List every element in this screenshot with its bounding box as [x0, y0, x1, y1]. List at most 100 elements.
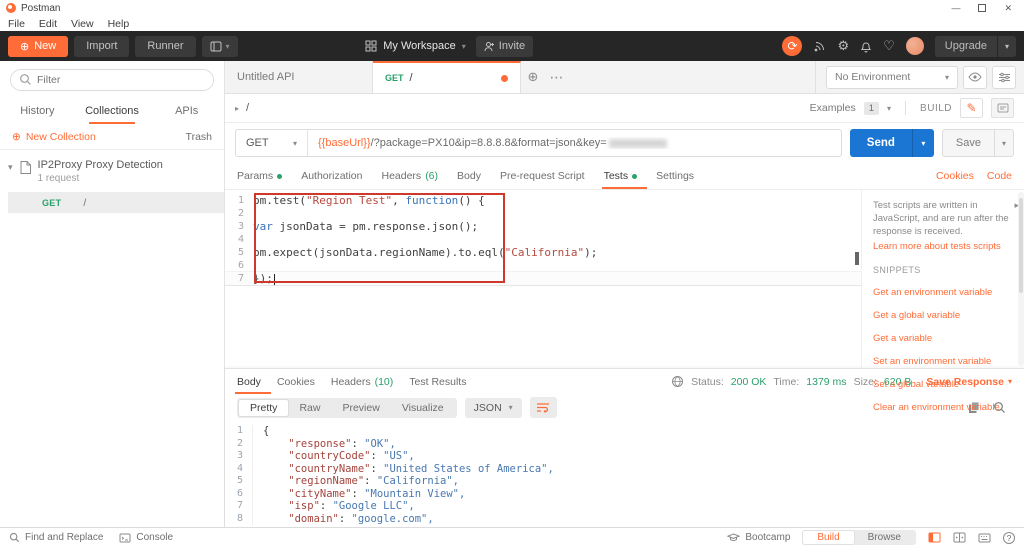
- code-line[interactable]: 6: [225, 259, 861, 272]
- menu-view[interactable]: View: [71, 18, 94, 30]
- code-line[interactable]: 6 "cityName": "Mountain View",: [225, 487, 1024, 500]
- collection-item[interactable]: ▾ IP2Proxy Proxy Detection 1 request: [0, 150, 224, 190]
- panel-scrollbar[interactable]: [1018, 192, 1024, 366]
- code-line[interactable]: 4: [225, 233, 861, 246]
- code-line[interactable]: 8 "domain": "google.com",: [225, 512, 1024, 525]
- response-tab-body[interactable]: Body: [235, 369, 271, 394]
- edit-pencil-button[interactable]: ✎: [960, 98, 983, 118]
- code-line[interactable]: 1 pm.test("Region Test", function() {: [225, 194, 861, 207]
- new-button[interactable]: ⊕ New: [8, 35, 69, 57]
- breadcrumb[interactable]: ▸ /: [235, 102, 249, 114]
- code-line[interactable]: 5 "regionName": "California",: [225, 475, 1024, 488]
- toggle-sidebar-icon[interactable]: [928, 532, 941, 543]
- sidebar-request-item[interactable]: GET /: [8, 192, 224, 213]
- tab-pre-request-script[interactable]: Pre-request Script: [500, 163, 585, 189]
- tab-authorization[interactable]: Authorization: [301, 163, 362, 189]
- response-format-selector[interactable]: JSON ▾: [464, 397, 522, 418]
- learn-more-link[interactable]: Learn more about tests scripts: [873, 241, 1010, 252]
- view-visualize-button[interactable]: Visualize: [391, 400, 455, 416]
- send-button[interactable]: Send ▾: [849, 129, 934, 157]
- request-url-text[interactable]: {{baseUrl}} /?package=PX10&ip=8.8.8.8&fo…: [308, 137, 677, 149]
- snippet-get-global-variable[interactable]: Get a global variable: [873, 310, 1010, 321]
- wrap-text-button[interactable]: [529, 397, 557, 418]
- environment-quick-look-button[interactable]: [963, 65, 987, 89]
- tab-tests[interactable]: Tests: [601, 163, 647, 189]
- menu-file[interactable]: File: [8, 18, 25, 30]
- console-button[interactable]: Console: [119, 532, 173, 543]
- code-line[interactable]: 2 "response": "OK",: [225, 437, 1024, 450]
- code-link[interactable]: Code: [987, 170, 1012, 182]
- heart-icon[interactable]: ♡: [883, 38, 895, 54]
- save-button[interactable]: Save ▾: [941, 129, 1014, 157]
- code-line[interactable]: 3 var jsonData = pm.response.json();: [225, 220, 861, 233]
- scrollbar-handle[interactable]: [855, 252, 859, 265]
- sidebar-tab-apis[interactable]: APIs: [149, 97, 224, 124]
- code-line[interactable]: 7 "isp": "Google LLC",: [225, 500, 1024, 513]
- settings-gear-icon[interactable]: ⚙: [837, 38, 849, 54]
- snippet-get-variable[interactable]: Get a variable: [873, 333, 1010, 344]
- maximize-button[interactable]: [978, 4, 987, 12]
- environment-selector[interactable]: No Environment ▾: [826, 65, 958, 89]
- bootcamp-button[interactable]: Bootcamp: [727, 532, 790, 543]
- keyboard-shortcuts-icon[interactable]: [978, 533, 991, 543]
- chevron-down-icon[interactable]: ▾: [911, 129, 934, 157]
- response-tab-test-results[interactable]: Test Results: [409, 369, 466, 394]
- tab-untitled-api[interactable]: Untitled API: [225, 61, 373, 93]
- scrollbar-handle[interactable]: [1019, 198, 1023, 293]
- snippet-clear-environment-variable[interactable]: Clear an environment variable: [873, 402, 1010, 413]
- runner-button[interactable]: Runner: [135, 35, 196, 57]
- sidebar-tab-collections[interactable]: Collections: [75, 97, 150, 124]
- code-line[interactable]: 1{: [225, 425, 1024, 438]
- code-line[interactable]: 4 "countryName": "United States of Ameri…: [225, 462, 1024, 475]
- code-line[interactable]: 3 "countryCode": "US",: [225, 450, 1024, 463]
- notifications-bell-icon[interactable]: [860, 40, 872, 53]
- view-preview-button[interactable]: Preview: [331, 400, 390, 416]
- trash-button[interactable]: Trash: [186, 131, 212, 143]
- examples-dropdown[interactable]: Examples: [810, 102, 856, 114]
- capture-requests-icon[interactable]: [813, 40, 826, 53]
- documentation-panel-button[interactable]: [991, 98, 1014, 118]
- response-body-viewer[interactable]: 1{2 "response": "OK", 3 "countryCode": "U…: [225, 421, 1024, 527]
- new-collection-button[interactable]: ⊕ New Collection: [12, 131, 96, 143]
- open-new-window-button[interactable]: ▾: [201, 35, 238, 57]
- browse-toggle-button[interactable]: Browse: [854, 531, 915, 544]
- upgrade-button[interactable]: Upgrade ▾: [934, 35, 1016, 57]
- tab-settings[interactable]: Settings: [656, 163, 694, 189]
- sidebar-tab-history[interactable]: History: [0, 97, 75, 124]
- url-input[interactable]: GET ▾ {{baseUrl}} /?package=PX10&ip=8.8.…: [235, 129, 842, 157]
- help-button[interactable]: ?: [1003, 531, 1015, 544]
- two-pane-view-icon[interactable]: [953, 532, 966, 543]
- environment-settings-button[interactable]: [992, 65, 1016, 89]
- view-pretty-button[interactable]: Pretty: [239, 399, 289, 416]
- build-toggle-button[interactable]: Build: [803, 531, 854, 544]
- chevron-down-icon[interactable]: ▾: [994, 129, 1014, 157]
- code-line[interactable]: 7});: [225, 272, 861, 285]
- snippet-set-environment-variable[interactable]: Set an environment variable: [873, 356, 1010, 367]
- menu-edit[interactable]: Edit: [39, 18, 57, 30]
- snippet-set-global-variable[interactable]: Set a global variable: [873, 379, 1010, 390]
- tab-get-request[interactable]: GET /: [373, 61, 521, 93]
- import-button[interactable]: Import: [74, 35, 130, 57]
- filter-input[interactable]: [10, 69, 214, 91]
- view-raw-button[interactable]: Raw: [288, 400, 331, 416]
- menu-help[interactable]: Help: [108, 18, 130, 30]
- invite-button[interactable]: Invite: [475, 35, 534, 57]
- open-new-tab-button[interactable]: ⊕: [521, 61, 545, 93]
- response-tab-headers[interactable]: Headers (10): [331, 369, 393, 394]
- close-button[interactable]: ✕: [1004, 3, 1012, 14]
- tab-headers[interactable]: Headers (6): [381, 163, 438, 189]
- snippet-get-environment-variable[interactable]: Get an environment variable: [873, 287, 1010, 298]
- response-tab-cookies[interactable]: Cookies: [277, 369, 315, 394]
- workspace-switcher[interactable]: My Workspace ▾: [365, 40, 466, 52]
- tab-params[interactable]: Params: [237, 163, 283, 189]
- method-selector[interactable]: GET ▾: [236, 130, 308, 156]
- chevron-expand-icon[interactable]: ▾: [8, 162, 13, 173]
- tab-options-button[interactable]: ⋯: [545, 61, 569, 93]
- tab-body[interactable]: Body: [457, 163, 481, 189]
- code-line[interactable]: 5 pm.expect(jsonData.regionName).to.eql("…: [225, 246, 861, 259]
- minimize-button[interactable]: —: [951, 3, 960, 13]
- user-avatar[interactable]: [905, 37, 924, 55]
- code-line[interactable]: 2: [225, 207, 861, 220]
- cookies-link[interactable]: Cookies: [936, 170, 974, 182]
- tests-script-editor[interactable]: 1 pm.test("Region Test", function() {2 3 va…: [225, 190, 861, 368]
